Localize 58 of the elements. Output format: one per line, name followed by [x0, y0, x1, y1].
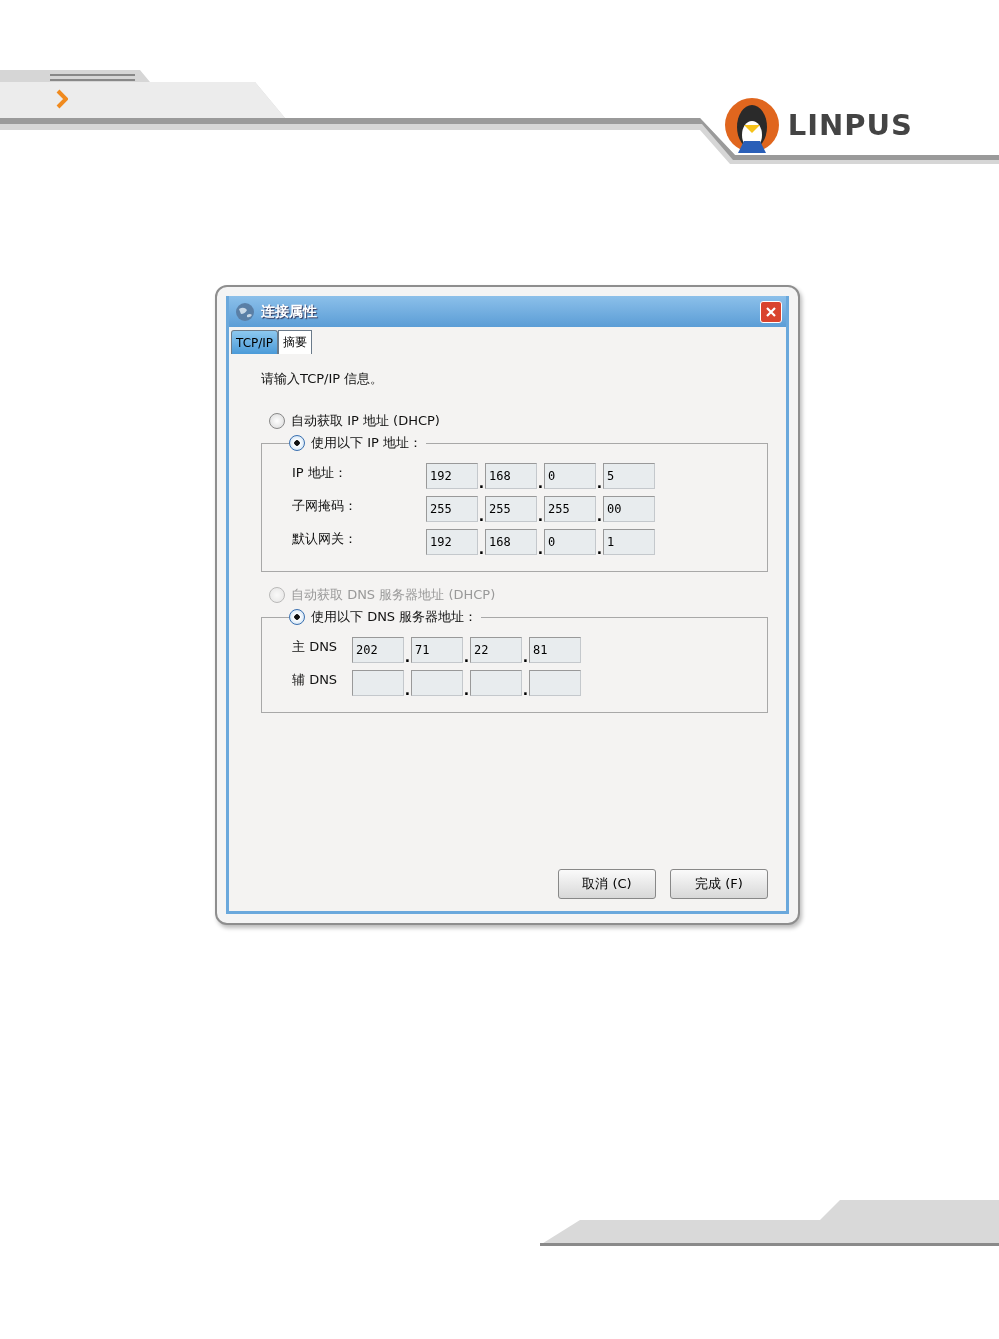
input-field[interactable]: 0	[544, 529, 596, 555]
input-field[interactable]: 255	[426, 496, 478, 522]
field-label: 子网掩码：	[292, 496, 358, 515]
octet-separator: .	[537, 543, 544, 555]
octet-separator: .	[404, 684, 411, 696]
input-field[interactable]	[411, 670, 463, 696]
octet-separator: .	[463, 651, 470, 663]
dialog-button[interactable]: 取消 (C)	[558, 869, 656, 899]
octet-separator: .	[478, 510, 485, 522]
input-field[interactable]: 00	[603, 496, 655, 522]
input-field[interactable]: 255	[544, 496, 596, 522]
input-field[interactable]: 168	[485, 463, 537, 489]
octet-separator: .	[596, 477, 603, 489]
logo-icon	[723, 97, 780, 153]
input-field[interactable]: 71	[411, 637, 463, 663]
chevron-icon	[56, 88, 68, 110]
tab[interactable]: TCP/IP	[231, 330, 279, 354]
input-field[interactable]: 168	[485, 529, 537, 555]
radio-button[interactable]	[289, 609, 305, 625]
input-field[interactable]: 192	[426, 463, 478, 489]
input-field[interactable]: 255	[485, 496, 537, 522]
field-label: 默认网关：	[292, 529, 358, 548]
radio-label[interactable]: 自动获取 IP 地址 (DHCP)	[291, 412, 440, 430]
input-field[interactable]: 5	[603, 463, 655, 489]
input-field[interactable]	[529, 670, 581, 696]
input-field[interactable]: 22	[470, 637, 522, 663]
prompt-text: 请输入TCP/IP 信息。	[261, 370, 385, 388]
octet-separator: .	[522, 684, 529, 696]
input-field[interactable]	[352, 670, 404, 696]
input-field[interactable]: 0	[544, 463, 596, 489]
octet-separator: .	[596, 510, 603, 522]
octet-separator: .	[478, 477, 485, 489]
octet-separator: .	[596, 543, 603, 555]
window-title: 连接属性	[261, 302, 318, 321]
field-label: IP 地址：	[292, 463, 348, 482]
field-label: 主 DNS	[292, 637, 339, 656]
radio-button[interactable]	[289, 435, 305, 451]
dialog-button[interactable]: 完成 (F)	[670, 869, 768, 899]
octet-separator: .	[404, 651, 411, 663]
globe-icon	[235, 301, 255, 322]
tab[interactable]: 摘要	[278, 330, 313, 354]
field-label: 辅 DNS	[292, 670, 339, 689]
octet-separator: .	[478, 543, 485, 555]
octet-separator: .	[522, 651, 529, 663]
radio-label[interactable]: 使用以下 IP 地址：	[311, 434, 422, 452]
input-field[interactable]: 81	[529, 637, 581, 663]
radio-label[interactable]: 使用以下 DNS 服务器地址：	[311, 608, 478, 626]
input-field[interactable]: 192	[426, 529, 478, 555]
octet-separator: .	[463, 684, 470, 696]
input-field[interactable]	[470, 670, 522, 696]
close-icon	[765, 305, 777, 318]
logo-text: LINPUS	[787, 108, 913, 142]
input-field[interactable]: 1	[603, 529, 655, 555]
radio-button[interactable]	[269, 413, 285, 429]
input-field[interactable]: 202	[352, 637, 404, 663]
close-button[interactable]	[760, 300, 782, 323]
octet-separator: .	[537, 510, 544, 522]
octet-separator: .	[537, 477, 544, 489]
